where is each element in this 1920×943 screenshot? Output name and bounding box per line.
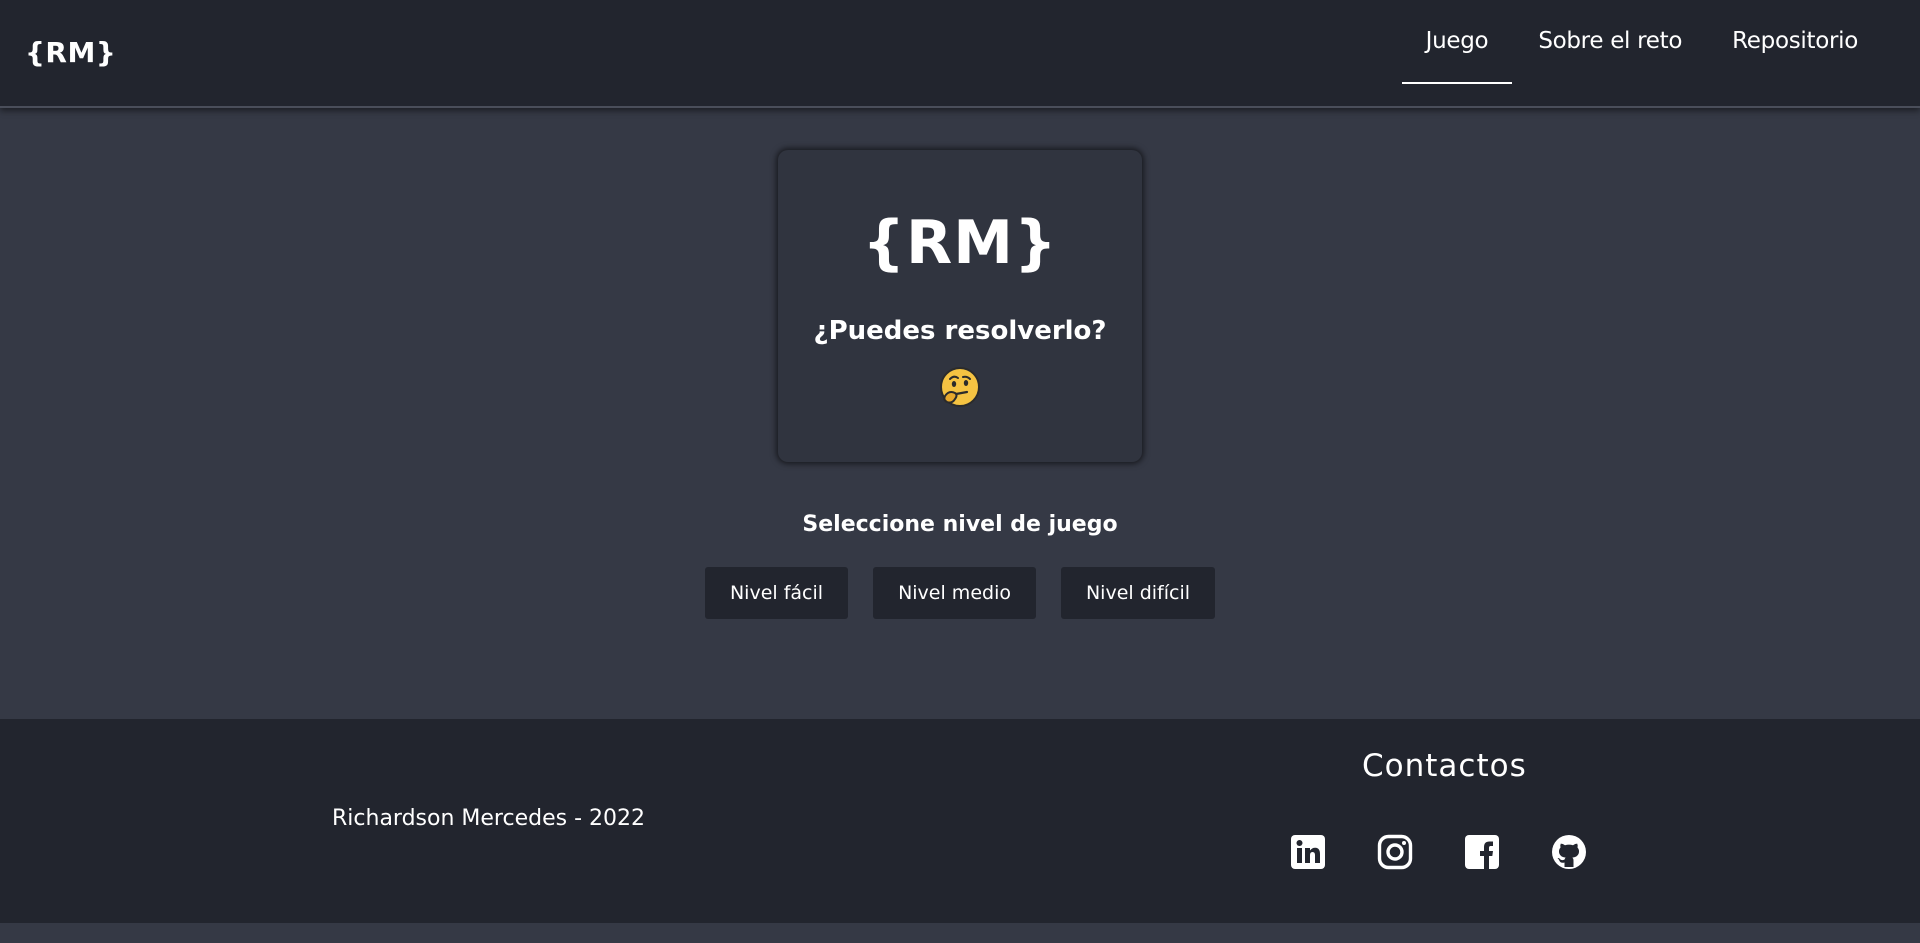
github-icon[interactable] xyxy=(1551,834,1587,870)
contacts-title: Contactos xyxy=(1362,748,1527,784)
level-easy-button[interactable]: Nivel fácil xyxy=(704,567,849,619)
navbar: {RM} Juego Sobre el reto Repositorio xyxy=(0,0,1920,108)
footer: Richardson Mercedes - 2022 Contactos xyxy=(0,719,1920,923)
nav-link-juego[interactable]: Juego xyxy=(1401,0,1513,84)
hero-card: {RM} ¿Puedes resolverlo? xyxy=(778,150,1142,462)
nav-links: Juego Sobre el reto Repositorio xyxy=(1400,0,1882,108)
nav-link-sobre-el-reto[interactable]: Sobre el reto xyxy=(1514,0,1706,84)
nav-link-repositorio[interactable]: Repositorio xyxy=(1708,0,1882,84)
level-medium-button[interactable]: Nivel medio xyxy=(873,567,1036,619)
linkedin-icon[interactable] xyxy=(1290,834,1326,870)
social-links xyxy=(1290,834,1587,870)
level-buttons: Nivel fácil Nivel medio Nivel difícil xyxy=(0,567,1920,619)
card-question: ¿Puedes resolverlo? xyxy=(813,316,1107,346)
level-hard-button[interactable]: Nivel difícil xyxy=(1060,567,1216,619)
thinking-face-icon xyxy=(940,367,980,407)
copyright-text: Richardson Mercedes - 2022 xyxy=(332,806,645,831)
facebook-icon[interactable] xyxy=(1464,834,1500,870)
level-title: Seleccione nivel de juego xyxy=(802,512,1118,537)
brand-logo[interactable]: {RM} xyxy=(25,36,116,69)
card-logo: {RM} xyxy=(862,208,1058,278)
instagram-icon[interactable] xyxy=(1377,834,1413,870)
